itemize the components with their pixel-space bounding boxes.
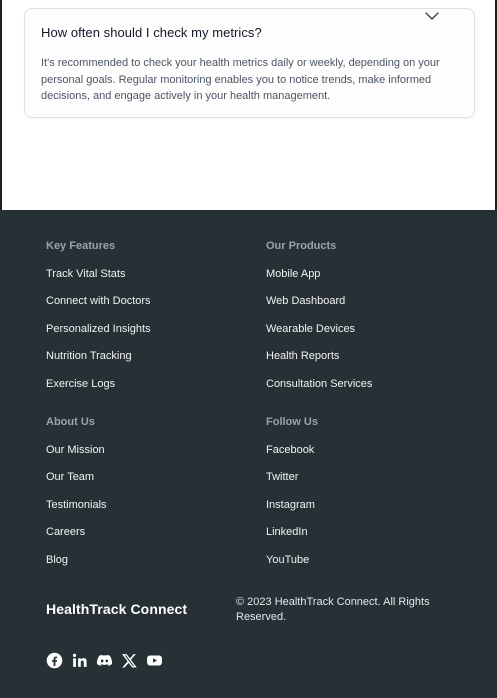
footer-link-linkedin[interactable]: LinkedIn [266, 525, 318, 539]
page-left-border [0, 0, 2, 210]
footer-heading-about-us: About Us [46, 416, 95, 428]
footer-heading-our-products: Our Products [266, 240, 337, 252]
footer-link-connect-with-doctors[interactable]: Connect with Doctors [46, 294, 151, 308]
footer-link-facebook[interactable]: Facebook [266, 443, 318, 457]
footer-link-personalized-insights[interactable]: Personalized Insights [46, 322, 151, 336]
linkedin-icon[interactable] [71, 652, 88, 669]
facebook-icon[interactable] [46, 652, 63, 669]
footer-link-nutrition-tracking[interactable]: Nutrition Tracking [46, 349, 151, 363]
footer-link-careers[interactable]: Careers [46, 525, 107, 539]
footer-link-our-mission[interactable]: Our Mission [46, 443, 107, 457]
chevron-down-icon[interactable] [424, 9, 440, 21]
footer-link-web-dashboard[interactable]: Web Dashboard [266, 294, 372, 308]
footer-heading-key-features: Key Features [46, 240, 116, 252]
footer-column-our-products: Our Products Mobile App Web Dashboard We… [266, 239, 372, 391]
youtube-icon[interactable] [146, 652, 163, 669]
footer-link-blog[interactable]: Blog [46, 553, 107, 567]
footer-column-key-features: Key Features Track Vital Stats Connect w… [46, 239, 151, 391]
footer-brand-name: HealthTrack Connect [46, 601, 188, 617]
footer-link-testimonials[interactable]: Testimonials [46, 498, 107, 512]
faq-question[interactable]: How often should I check my metrics? [41, 25, 262, 40]
footer-column-follow-us: Follow Us Facebook Twitter Instagram Lin… [266, 415, 318, 567]
footer-heading-follow-us: Follow Us [266, 416, 318, 428]
site-footer: Key Features Track Vital Stats Connect w… [0, 210, 497, 698]
footer-link-track-vital-stats[interactable]: Track Vital Stats [46, 267, 151, 281]
footer-column-about-us: About Us Our Mission Our Team Testimonia… [46, 415, 107, 567]
footer-link-exercise-logs[interactable]: Exercise Logs [46, 377, 151, 391]
faq-item[interactable]: How often should I check my metrics? It'… [24, 8, 475, 118]
footer-copyright: © 2023 HealthTrack Connect. All Rights R… [236, 596, 430, 623]
x-icon[interactable] [121, 652, 138, 669]
faq-answer: It's recommended to check your health me… [41, 57, 440, 102]
footer-link-instagram[interactable]: Instagram [266, 498, 318, 512]
footer-link-health-reports[interactable]: Health Reports [266, 349, 372, 363]
discord-icon[interactable] [96, 652, 113, 669]
footer-link-twitter[interactable]: Twitter [266, 470, 318, 484]
footer-link-wearable-devices[interactable]: Wearable Devices [266, 322, 372, 336]
footer-link-mobile-app[interactable]: Mobile App [266, 267, 372, 281]
footer-link-our-team[interactable]: Our Team [46, 470, 107, 484]
footer-link-consultation-services[interactable]: Consultation Services [266, 377, 372, 391]
social-icons [46, 652, 163, 669]
footer-link-youtube[interactable]: YouTube [266, 553, 318, 567]
